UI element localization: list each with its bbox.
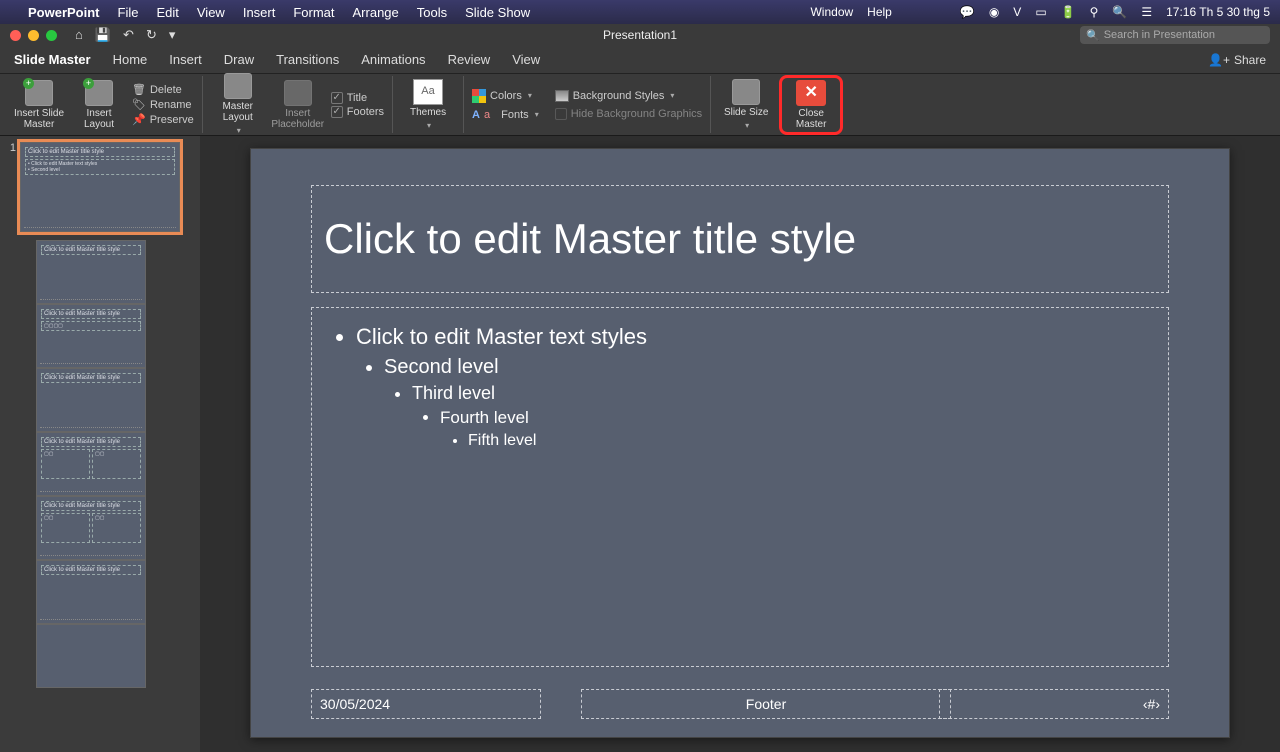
preserve-button[interactable]: 📌Preserve (132, 113, 194, 126)
master-number: 1 (6, 142, 16, 154)
fonts-icon: A (472, 109, 480, 121)
search-placeholder: Search in Presentation (1104, 29, 1215, 41)
slide-master[interactable]: Click to edit Master title style Click t… (250, 148, 1230, 738)
footer-placeholder[interactable]: Footer (581, 689, 951, 719)
menu-format[interactable]: Format (293, 5, 334, 20)
app-name[interactable]: PowerPoint (28, 5, 100, 20)
menu-arrange[interactable]: Arrange (353, 5, 399, 20)
home-icon[interactable]: ⌂ (75, 27, 83, 43)
close-icon: ✕ (796, 80, 826, 106)
insert-slide-master-button[interactable]: + Insert Slide Master (12, 80, 66, 130)
colors-icon (472, 89, 486, 103)
layout-thumbnail[interactable]: Click to edit Master title style (36, 368, 146, 432)
body-placeholder[interactable]: Click to edit Master text styles Second … (311, 307, 1169, 667)
qat-dropdown-icon[interactable]: ▾ (169, 27, 176, 43)
fonts-dropdown[interactable]: Aa Fonts▾ (472, 109, 539, 121)
layout-thumbnail[interactable]: Click to edit Master title style▢▢▢▢ (36, 432, 146, 496)
background-styles-icon (555, 90, 569, 102)
preserve-icon: 📌 (132, 113, 146, 126)
window-close-button[interactable] (10, 30, 21, 41)
search-icon: 🔍 (1086, 29, 1100, 42)
title-placeholder[interactable]: Click to edit Master title style (311, 185, 1169, 293)
master-layout-button[interactable]: Master Layout▾ (211, 73, 265, 136)
slide-canvas[interactable]: Click to edit Master title style Click t… (200, 136, 1280, 752)
work-area: 1 Click to edit Master title style • Cli… (0, 136, 1280, 752)
date-placeholder[interactable]: 30/05/2024 (311, 689, 541, 719)
layout-thumbnail[interactable]: Click to edit Master title style (36, 240, 146, 304)
redo-icon[interactable]: ↻ (146, 27, 157, 43)
undo-icon[interactable]: ↶ (123, 27, 134, 43)
tab-home[interactable]: Home (113, 52, 148, 67)
background-styles-dropdown[interactable]: Background Styles▾ (555, 90, 702, 102)
layout-thumbnail[interactable] (36, 624, 146, 688)
tab-view[interactable]: View (512, 52, 540, 67)
document-title: Presentation1 (603, 28, 677, 42)
tab-transitions[interactable]: Transitions (276, 52, 339, 67)
status-viber-icon[interactable]: ◉ (989, 5, 999, 19)
rename-button[interactable]: 🏷Rename (132, 98, 194, 111)
window-titlebar: ⌂ 💾 ↶ ↻ ▾ Presentation1 🔍 Search in Pres… (0, 24, 1280, 46)
slidenumber-placeholder[interactable]: ‹#› (939, 689, 1169, 719)
delete-button[interactable]: 🗑Delete (132, 83, 194, 96)
status-control-icon[interactable]: ☰ (1141, 5, 1152, 19)
menu-tools[interactable]: Tools (417, 5, 447, 20)
ribbon-tabs: Slide Master Home Insert Draw Transition… (0, 46, 1280, 74)
close-master-button[interactable]: ✕ Close Master (784, 80, 838, 130)
menu-help[interactable]: Help (867, 5, 892, 19)
status-clock[interactable]: 17:16 Th 5 30 thg 5 (1166, 5, 1270, 19)
menu-edit[interactable]: Edit (156, 5, 178, 20)
tab-review[interactable]: Review (448, 52, 491, 67)
status-wifi-icon[interactable]: ⚲ (1090, 5, 1099, 19)
status-dock-icon[interactable]: ▭ (1035, 5, 1046, 19)
ribbon: + Insert Slide Master + Insert Layout 🗑D… (0, 74, 1280, 136)
tab-insert[interactable]: Insert (169, 52, 202, 67)
themes-button[interactable]: Aa Themes▾ (401, 79, 455, 131)
layout-thumbnail[interactable]: Click to edit Master title style▢▢▢▢ (36, 496, 146, 560)
close-master-highlight: ✕ Close Master (779, 75, 843, 135)
layout-thumbnail[interactable]: Click to edit Master title style (36, 560, 146, 624)
window-minimize-button[interactable] (28, 30, 39, 41)
menu-slideshow[interactable]: Slide Show (465, 5, 530, 20)
menu-file[interactable]: File (118, 5, 139, 20)
tab-slide-master[interactable]: Slide Master (14, 52, 91, 67)
themes-icon: Aa (413, 79, 443, 105)
tab-draw[interactable]: Draw (224, 52, 254, 67)
status-chat-icon[interactable]: 💬 (960, 5, 975, 19)
tab-animations[interactable]: Animations (361, 52, 425, 67)
colors-dropdown[interactable]: Colors▾ (472, 89, 539, 103)
rename-icon: 🏷 (132, 98, 146, 111)
search-input[interactable]: 🔍 Search in Presentation (1080, 26, 1270, 44)
menu-insert[interactable]: Insert (243, 5, 276, 20)
layout-thumbnail[interactable]: Click to edit Master title style▢▢▢▢ (36, 304, 146, 368)
menu-view[interactable]: View (197, 5, 225, 20)
macos-menubar: PowerPoint File Edit View Insert Format … (0, 0, 1280, 24)
footers-checkbox[interactable]: Footers (331, 106, 384, 118)
share-icon: 👤+ (1208, 53, 1230, 67)
insert-layout-button[interactable]: + Insert Layout (72, 80, 126, 130)
plus-icon: + (23, 78, 34, 89)
hide-background-checkbox[interactable]: Hide Background Graphics (555, 108, 702, 120)
share-button[interactable]: 👤+Share (1208, 53, 1266, 67)
master-thumbnail[interactable]: Click to edit Master title style • Click… (20, 142, 180, 232)
title-checkbox[interactable]: Title (331, 92, 384, 104)
menu-window[interactable]: Window (810, 5, 853, 19)
save-icon[interactable]: 💾 (95, 27, 111, 43)
insert-placeholder-button[interactable]: Insert Placeholder (271, 80, 325, 130)
slide-size-button[interactable]: Slide Size▾ (719, 79, 773, 131)
status-v-icon[interactable]: V (1013, 5, 1021, 19)
slide-size-icon (732, 79, 760, 105)
status-search-icon[interactable]: 🔍 (1112, 5, 1127, 19)
delete-icon: 🗑 (132, 83, 146, 96)
status-battery-icon[interactable]: 🔋 (1061, 5, 1076, 19)
plus-icon: + (83, 78, 94, 89)
window-maximize-button[interactable] (46, 30, 57, 41)
slide-thumbnails-panel[interactable]: 1 Click to edit Master title style • Cli… (0, 136, 200, 752)
